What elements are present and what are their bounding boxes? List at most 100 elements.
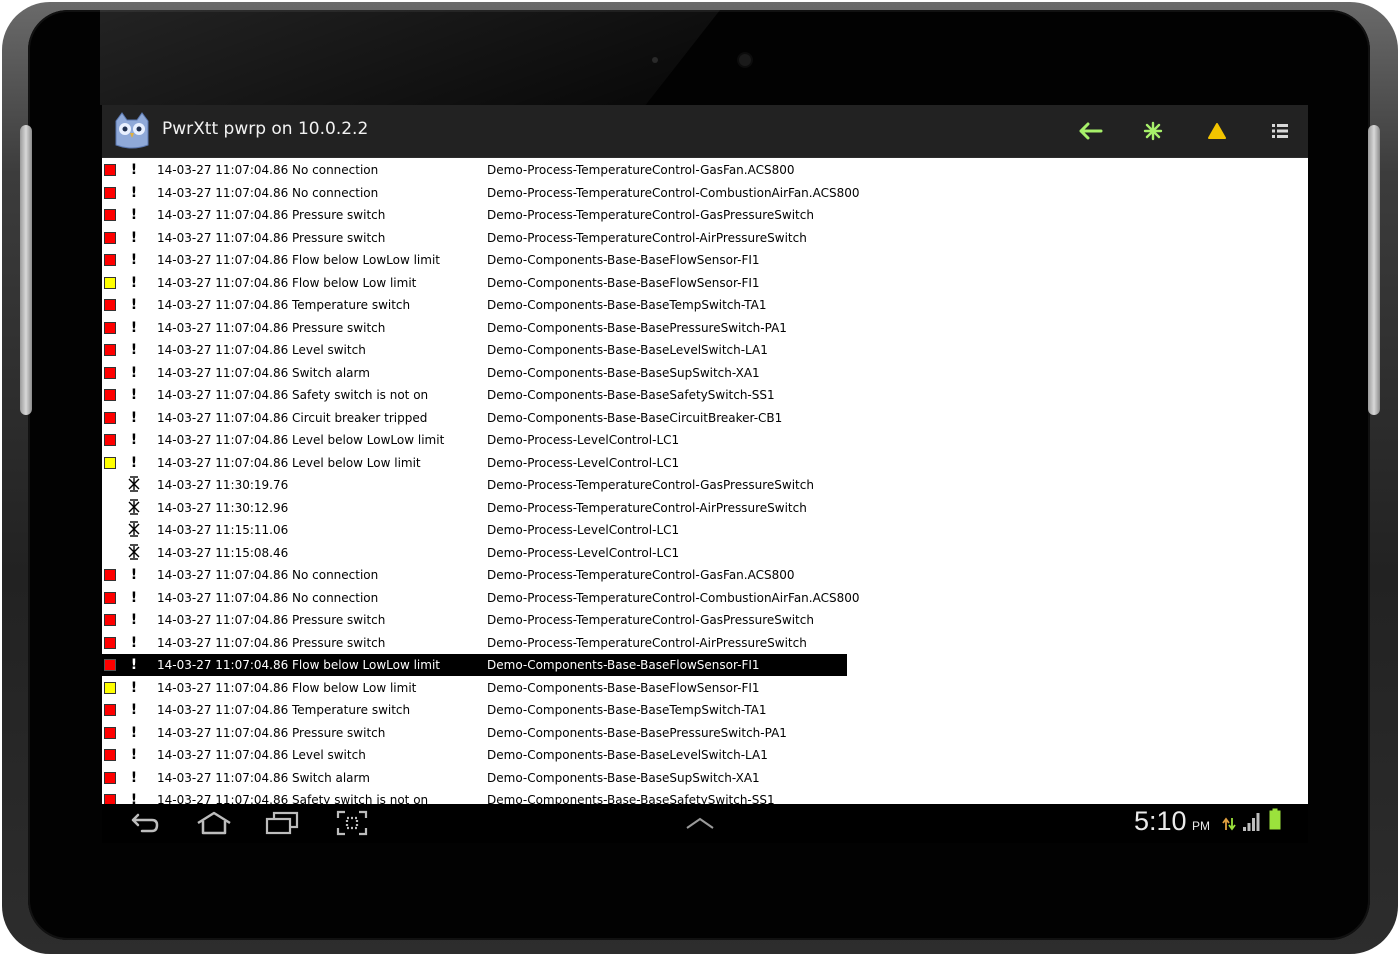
priority-indicator bbox=[104, 434, 116, 446]
event-row[interactable]: ! 14-03-27 11:07:04.86 Flow below LowLow l… bbox=[102, 249, 847, 271]
exclamation-icon: ! bbox=[130, 432, 138, 448]
event-time: 14-03-27 11:07:04.86 bbox=[157, 725, 289, 740]
event-text: Pressure switch bbox=[292, 230, 386, 245]
event-row[interactable]: ! 14-03-27 11:07:04.86 No connection Demo-P… bbox=[102, 564, 847, 586]
event-row[interactable]: ! 14-03-27 11:07:04.86 Pressure switch Demo… bbox=[102, 632, 847, 654]
system-nav-bar: 5:10 PM bbox=[102, 804, 1308, 843]
event-time: 14-03-27 11:07:04.86 bbox=[157, 455, 289, 470]
events-button[interactable] bbox=[1133, 113, 1173, 149]
event-object: Demo-Process-LevelControl-LC1 bbox=[487, 523, 680, 537]
event-time: 14-03-27 11:07:04.86 bbox=[157, 635, 289, 650]
event-time: 14-03-27 11:07:04.86 bbox=[157, 703, 289, 717]
menu-button[interactable] bbox=[1260, 113, 1300, 149]
event-text: Flow below LowLow limit bbox=[292, 253, 440, 267]
priority-indicator bbox=[104, 254, 116, 266]
event-row[interactable]: ! 14-03-27 11:07:04.86 Level below LowLow … bbox=[102, 429, 847, 451]
event-row[interactable]: ! 14-03-27 11:07:04.86 No connection Demo-P… bbox=[102, 182, 860, 204]
event-text: Pressure switch bbox=[292, 725, 386, 740]
event-row[interactable]: ! 14-03-27 11:07:04.86 Flow below LowLow l… bbox=[102, 654, 847, 676]
priority-indicator bbox=[104, 389, 116, 401]
event-row[interactable]: ! 14-03-27 11:07:04.86 Temperature switch D… bbox=[102, 699, 847, 721]
event-row[interactable]: 14-03-27 11:30:19.76 Demo-Process-Tempera… bbox=[102, 474, 847, 496]
event-object: Demo-Components-Base-BaseLevelSwitch-LA1 bbox=[487, 343, 768, 357]
event-object: Demo-Components-Base-BaseTempSwitch-TA1 bbox=[487, 298, 767, 312]
event-text: Circuit breaker tripped bbox=[292, 410, 428, 425]
event-row[interactable]: ! 14-03-27 11:07:04.86 Flow below Low limi… bbox=[102, 677, 847, 699]
bezel-reflection bbox=[100, 10, 720, 105]
event-object: Demo-Components-Base-BaseCircuitBreaker-… bbox=[487, 410, 783, 425]
event-row[interactable]: 14-03-27 11:15:08.46 Demo-Process-LevelCo… bbox=[102, 542, 847, 564]
event-row[interactable]: ! 14-03-27 11:07:04.86 No connection Demo-P… bbox=[102, 159, 847, 181]
event-time: 14-03-27 11:07:04.86 bbox=[157, 748, 289, 762]
event-row[interactable]: ! 14-03-27 11:07:04.86 Safety switch is no… bbox=[102, 789, 847, 804]
event-object: Demo-Process-TemperatureControl-GasFan.A… bbox=[487, 568, 795, 582]
nav-screenshot-button[interactable] bbox=[334, 808, 370, 838]
event-time: 14-03-27 11:07:04.86 bbox=[157, 343, 289, 357]
event-text: Level below LowLow limit bbox=[292, 433, 445, 447]
event-row[interactable]: ! 14-03-27 11:07:04.86 Safety switch is no… bbox=[102, 384, 847, 406]
status-ampm: PM bbox=[1192, 819, 1210, 833]
event-time: 14-03-27 11:07:04.86 bbox=[157, 275, 289, 290]
priority-indicator bbox=[104, 321, 116, 334]
event-row[interactable]: ! 14-03-27 11:07:04.86 Circuit breaker tri… bbox=[102, 407, 847, 429]
exclamation-icon: ! bbox=[130, 567, 138, 583]
event-row[interactable]: ! 14-03-27 11:07:04.86 Level switch Demo-Co… bbox=[102, 744, 847, 766]
priority-indicator bbox=[104, 456, 116, 469]
light-sensor bbox=[652, 57, 658, 63]
event-object: Demo-Process-LevelControl-LC1 bbox=[487, 433, 680, 447]
back-button[interactable] bbox=[1070, 113, 1110, 149]
signal-icon bbox=[1243, 813, 1260, 831]
event-row[interactable]: ! 14-03-27 11:07:04.86 Pressure switch Demo… bbox=[102, 609, 847, 631]
exclamation-icon: ! bbox=[130, 319, 138, 336]
event-row[interactable]: ! 14-03-27 11:07:04.86 Level below Low lim… bbox=[102, 452, 847, 474]
nav-recents-button[interactable] bbox=[264, 808, 300, 838]
event-object: Demo-Process-TemperatureControl-AirPress… bbox=[487, 230, 807, 245]
asterisk-icon bbox=[1143, 121, 1163, 141]
event-object: Demo-Components-Base-BaseFlowSensor-FI1 bbox=[487, 253, 760, 267]
exclamation-icon: ! bbox=[130, 634, 138, 651]
event-row[interactable]: ! 14-03-27 11:07:04.86 Switch alarm Demo-Co… bbox=[102, 767, 847, 789]
exclamation-icon: ! bbox=[130, 297, 138, 313]
side-button-right bbox=[1368, 125, 1380, 415]
event-row[interactable]: ! 14-03-27 11:07:04.86 Pressure switch Demo… bbox=[102, 317, 847, 339]
app-title: PwrXtt pwrp on 10.0.2.2 bbox=[162, 119, 369, 139]
event-time: 14-03-27 11:07:04.86 bbox=[157, 298, 289, 312]
event-row[interactable]: ! 14-03-27 11:07:04.86 No connection Demo-P… bbox=[102, 587, 860, 609]
block-icon bbox=[127, 521, 141, 539]
event-time: 14-03-27 11:30:19.76 bbox=[157, 478, 289, 492]
priority-indicator bbox=[104, 636, 116, 649]
owl-app-icon[interactable] bbox=[112, 111, 152, 151]
event-text: No connection bbox=[292, 590, 379, 605]
event-row[interactable]: ! 14-03-27 11:07:04.86 Flow below Low limi… bbox=[102, 272, 847, 294]
priority-indicator bbox=[104, 344, 116, 356]
side-button-left bbox=[20, 125, 32, 415]
event-row[interactable]: 14-03-27 11:30:12.96 Demo-Process-Tempera… bbox=[102, 497, 847, 519]
priority-indicator bbox=[104, 164, 116, 176]
exclamation-icon: ! bbox=[130, 364, 138, 381]
nav-home-button[interactable] bbox=[194, 808, 234, 838]
exclamation-icon: ! bbox=[130, 769, 138, 786]
event-row[interactable]: ! 14-03-27 11:07:04.86 Pressure switch Demo… bbox=[102, 204, 847, 226]
event-object: Demo-Components-Base-BaseFlowSensor-FI1 bbox=[487, 680, 760, 695]
event-text: No connection bbox=[292, 163, 379, 177]
exclamation-icon: ! bbox=[130, 679, 138, 696]
event-time: 14-03-27 11:07:04.86 bbox=[157, 208, 289, 222]
nav-expand-button[interactable] bbox=[682, 808, 718, 838]
priority-indicator bbox=[104, 186, 116, 199]
event-text: Level switch bbox=[292, 748, 366, 762]
event-row[interactable]: ! 14-03-27 11:07:04.86 Temperature switch D… bbox=[102, 294, 847, 316]
event-text: Safety switch is not on bbox=[292, 793, 429, 804]
event-row[interactable]: ! 14-03-27 11:07:04.86 Level switch Demo-Co… bbox=[102, 339, 847, 361]
event-text: Pressure switch bbox=[292, 320, 386, 335]
priority-indicator bbox=[104, 794, 116, 804]
event-row[interactable]: ! 14-03-27 11:07:04.86 Pressure switch Demo… bbox=[102, 722, 847, 744]
event-row[interactable]: ! 14-03-27 11:07:04.86 Pressure switch Demo… bbox=[102, 227, 847, 249]
nav-back-button[interactable] bbox=[128, 808, 162, 838]
exclamation-icon: ! bbox=[130, 612, 138, 628]
priority-indicator bbox=[104, 749, 116, 761]
alarm-button[interactable] bbox=[1197, 113, 1237, 149]
event-row[interactable]: ! 14-03-27 11:07:04.86 Switch alarm Demo-Co… bbox=[102, 362, 847, 384]
event-object: Demo-Components-Base-BaseSupSwitch-XA1 bbox=[487, 365, 760, 380]
exclamation-icon: ! bbox=[130, 409, 138, 426]
event-row[interactable]: 14-03-27 11:15:11.06 Demo-Process-LevelCo… bbox=[102, 519, 847, 541]
